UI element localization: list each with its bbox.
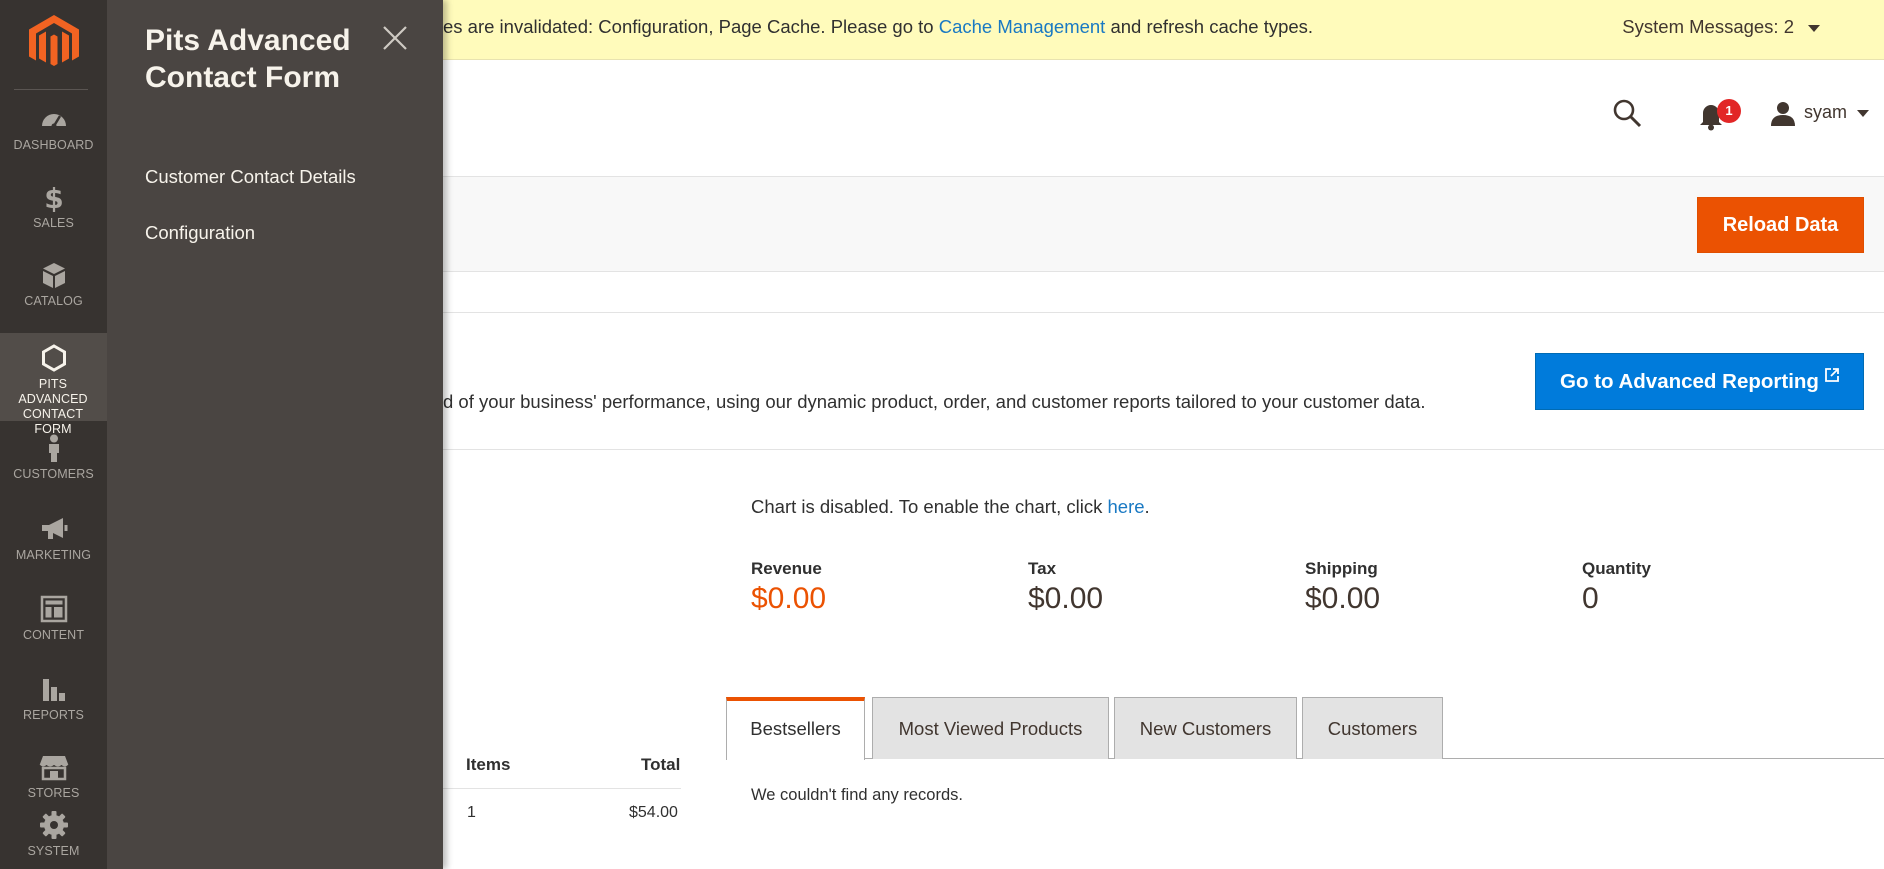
nav-item-system[interactable]: SYSTEM [0, 810, 107, 869]
nav-label: STORES [27, 786, 80, 800]
chevron-down-icon [1857, 109, 1870, 117]
tab-customers[interactable]: Customers [1302, 697, 1443, 759]
system-message-text: es are invalidated: Configuration, Page … [443, 16, 1313, 38]
orders-header-divider [443, 788, 681, 789]
no-records-message: We couldn't find any records. [751, 786, 963, 804]
system-message-bar: es are invalidated: Configuration, Page … [443, 0, 1884, 60]
totals-shipping-label: Shipping [1305, 559, 1378, 578]
flyout-link-configuration[interactable]: Configuration [145, 222, 255, 244]
svg-text:$: $ [44, 182, 63, 212]
hexagon-icon [41, 344, 66, 372]
gear-icon [39, 811, 68, 839]
go-to-advanced-reporting-button[interactable]: Go to Advanced Reporting [1535, 353, 1864, 410]
nav-label: REPORTS [23, 708, 84, 722]
tab-most-viewed-products[interactable]: Most Viewed Products [872, 697, 1109, 759]
totals-tax-value: $0.00 [1028, 582, 1104, 615]
system-message-suffix: and refresh cache types. [1105, 16, 1314, 37]
chart-note-text: Chart is disabled. To enable the chart, … [751, 496, 1108, 517]
nav-label: SALES [33, 216, 74, 230]
chevron-down-icon [1808, 24, 1820, 32]
nav-label: DASHBOARD [13, 138, 94, 152]
username: syam [1804, 101, 1848, 122]
totals-tax-label: Tax [1028, 559, 1057, 578]
dollar-icon: $ [44, 182, 63, 212]
admin-sidebar: DASHBOARD $ SALES CATALOG PITS ADVANCED … [0, 0, 107, 869]
nav-item-customers[interactable]: CUSTOMERS [0, 433, 107, 511]
enable-chart-link[interactable]: here [1108, 496, 1145, 517]
divider [443, 312, 1884, 313]
orders-cell-total: $54.00 [629, 804, 678, 821]
chart-disabled-note: Chart is disabled. To enable the chart, … [751, 496, 1150, 518]
nav-item-marketing[interactable]: MARKETING [0, 514, 107, 592]
system-messages-count: System Messages: 2 [1622, 16, 1794, 37]
bar-chart-icon [42, 679, 65, 701]
magento-logo-icon[interactable] [28, 14, 80, 72]
nav-item-reports[interactable]: REPORTS [0, 674, 107, 752]
nav-item-pits-advanced-contact-form[interactable]: PITS ADVANCED CONTACT FORM [0, 333, 107, 436]
advanced-reporting-description: d of your business' performance, using o… [443, 391, 1426, 412]
nav-label: CONTENT [22, 628, 85, 642]
totals-shipping-value: $0.00 [1305, 582, 1381, 615]
layout-icon [40, 595, 67, 623]
page-actions-bar [443, 176, 1884, 272]
flyout-link-customer-contact-details[interactable]: Customer Contact Details [145, 166, 356, 188]
user-account-menu[interactable]: syam [1770, 100, 1870, 128]
logo-divider [14, 89, 88, 90]
totals-revenue-label: Revenue [751, 559, 822, 578]
nav-label: PITS ADVANCED CONTACT FORM [18, 377, 88, 436]
user-icon [1771, 102, 1795, 126]
totals-quantity-value: 0 [1582, 582, 1599, 615]
nav-label: CUSTOMERS [13, 467, 94, 481]
system-messages-toggle[interactable]: System Messages: 2 [1622, 16, 1820, 38]
external-link-icon [1825, 368, 1839, 382]
nav-item-dashboard[interactable]: DASHBOARD [0, 104, 107, 182]
close-icon[interactable] [381, 24, 409, 52]
cache-management-link[interactable]: Cache Management [939, 16, 1106, 37]
dashboard-icon [41, 114, 66, 129]
orders-header-items: Items [466, 755, 511, 774]
person-icon [48, 434, 59, 462]
flyout-title: Pits Advanced Contact Form [145, 24, 351, 94]
nav-label: MARKETING [15, 548, 92, 562]
storefront-icon [39, 756, 68, 781]
system-message-prefix: es are invalidated: Configuration, Page … [443, 16, 939, 37]
advanced-reporting-button-label: Go to Advanced Reporting [1560, 370, 1819, 393]
megaphone-icon [41, 518, 67, 539]
totals-revenue-value: $0.00 [751, 582, 827, 615]
search-icon[interactable] [1612, 98, 1642, 128]
divider [443, 449, 1884, 450]
orders-header-total: Total [641, 755, 681, 774]
tab-new-customers[interactable]: New Customers [1114, 697, 1297, 759]
orders-cell-items: 1 [467, 804, 476, 821]
reload-data-button[interactable]: Reload Data [1697, 197, 1864, 253]
nav-item-content[interactable]: CONTENT [0, 594, 107, 672]
nav-item-catalog[interactable]: CATALOG [0, 260, 107, 338]
nav-item-sales[interactable]: $ SALES [0, 182, 107, 260]
nav-label: CATALOG [24, 294, 83, 308]
box-icon [42, 263, 65, 288]
notification-count-badge[interactable]: 1 [1717, 99, 1741, 123]
submenu-flyout: Pits Advanced Contact Form Customer Cont… [107, 0, 443, 869]
totals-quantity-label: Quantity [1582, 559, 1651, 578]
chart-note-suffix: . [1144, 496, 1150, 517]
tab-bestsellers[interactable]: Bestsellers [726, 697, 865, 760]
nav-label: SYSTEM [27, 844, 80, 858]
